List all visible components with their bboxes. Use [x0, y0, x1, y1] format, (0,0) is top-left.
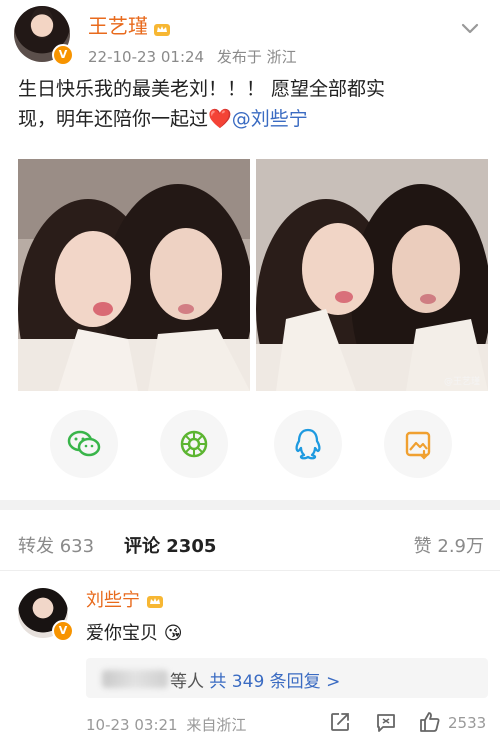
chevron-down-icon[interactable]: [458, 16, 482, 40]
share-wechat-button[interactable]: [50, 410, 118, 478]
post-text: 生日快乐我的最美老刘！！！ 愿望全部都实 现，明年还陪你一起过❤️@刘些宁: [18, 74, 488, 134]
post-location: 发布于 浙江: [216, 48, 297, 66]
post-photo-1[interactable]: [18, 159, 250, 391]
mention-link[interactable]: @刘些宁: [232, 108, 308, 130]
post-time: 22-10-23 01:24: [88, 48, 205, 66]
post-photo-2[interactable]: @王艺瑾: [256, 159, 488, 391]
heart-emoji: ❤️: [208, 108, 232, 130]
share-qq-button[interactable]: [274, 410, 342, 478]
post-author-row: 王艺瑾: [88, 10, 171, 39]
share-moments-button[interactable]: [160, 410, 228, 478]
view-replies-link[interactable]: 共 349 条回复 >: [209, 672, 340, 692]
comment-verified-badge-icon: V: [52, 620, 74, 642]
qq-icon: [295, 428, 321, 460]
wechat-icon: [67, 430, 101, 457]
share-comment-icon[interactable]: [328, 710, 352, 734]
like-thumb-icon[interactable]: [418, 710, 442, 734]
tab-repost[interactable]: 转发 633: [18, 532, 94, 558]
section-divider: [0, 500, 500, 510]
tab-likes[interactable]: 赞 2.9万: [414, 532, 484, 558]
blurred-replier-names: [102, 670, 168, 688]
tab-divider: [0, 570, 500, 571]
vip-crown-icon: [154, 23, 171, 36]
moments-icon: [180, 430, 208, 458]
reply-comment-icon[interactable]: [374, 710, 398, 734]
comment-time: 10-23 03:21: [86, 716, 178, 734]
comment-text-row: 爱你宝贝 😘: [86, 619, 183, 645]
tab-comments[interactable]: 评论 2305: [124, 532, 216, 558]
comment-author-row: 刘些宁: [86, 586, 164, 612]
post-text-line1: 生日快乐我的最美老刘！！！ 愿望全部都实: [18, 78, 386, 100]
comment-replies-box[interactable]: 等人 共 349 条回复 >: [86, 658, 488, 698]
post-text-line2: 现，明年还陪你一起过: [18, 108, 209, 130]
save-image-button[interactable]: [384, 410, 452, 478]
comment-emoji: 😘: [163, 623, 183, 644]
comment-like-count: 2533: [448, 714, 487, 732]
comment-source: 来自浙江: [186, 716, 247, 734]
reply-suffix: 等人: [170, 672, 204, 692]
save-image-icon: [405, 431, 431, 460]
comment-text: 爱你宝贝: [86, 623, 158, 644]
post-meta: 22-10-23 01:24 发布于 浙江: [88, 46, 297, 67]
reply-summary: 等人 共 349 条回复 >: [170, 667, 340, 692]
post-author-name[interactable]: 王艺瑾: [88, 14, 148, 38]
comment-meta: 10-23 03:21 来自浙江: [86, 714, 246, 735]
photo-watermark: @王艺瑾: [443, 377, 480, 387]
verified-badge-icon: V: [52, 44, 74, 66]
comment-vip-crown-icon: [146, 596, 163, 608]
comment-author-name[interactable]: 刘些宁: [86, 590, 140, 611]
